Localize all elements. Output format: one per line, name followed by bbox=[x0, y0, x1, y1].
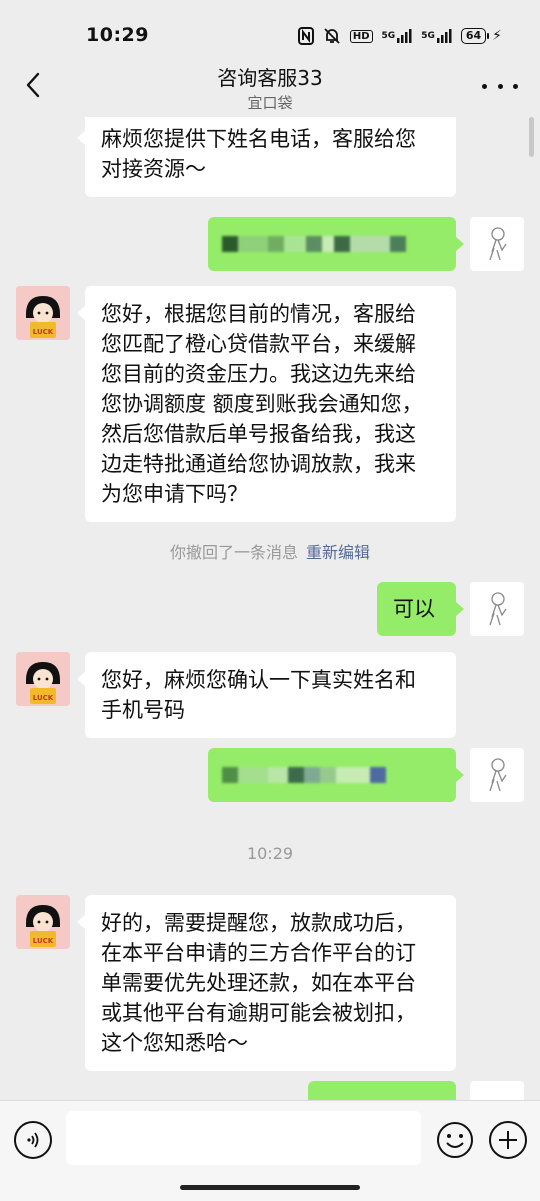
my-avatar[interactable] bbox=[470, 1081, 524, 1100]
svg-text:LUCK: LUCK bbox=[33, 937, 54, 945]
input-bar bbox=[0, 1100, 540, 1201]
cartoon-girl-icon: LUCK bbox=[16, 286, 70, 340]
message-bubble-incoming[interactable]: 您好，麻烦您确认一下真实姓名和 手机号码 bbox=[77, 652, 456, 738]
message-bubble-incoming[interactable]: 您好，根据您目前的情况，客服给 您匹配了橙心贷借款平台，来缓解 您目前的资金压力… bbox=[77, 286, 456, 522]
chat-title: 咨询客服33 bbox=[217, 66, 323, 90]
cartoon-girl-icon: LUCK bbox=[16, 652, 70, 706]
chat-subtitle: 宜口袋 bbox=[247, 94, 293, 112]
status-bar: 10:29 HD 5G 5G 64 ⚡ bbox=[0, 0, 540, 62]
message-list[interactable]: 麻烦您提供下姓名电话，客服给您 对接资源～ LUCK 您好，根据您目前的情况，客… bbox=[0, 117, 540, 1100]
nfc-icon bbox=[297, 27, 314, 45]
user-sketch-icon bbox=[489, 592, 507, 626]
my-avatar[interactable] bbox=[470, 217, 524, 271]
emoji-icon bbox=[437, 1122, 473, 1158]
status-icons: HD 5G 5G 64 ⚡ bbox=[297, 24, 502, 48]
mute-icon bbox=[323, 27, 341, 45]
my-avatar[interactable] bbox=[470, 748, 524, 802]
message-bubble-outgoing[interactable] bbox=[208, 217, 464, 271]
more-icon bbox=[482, 83, 487, 89]
message-bubble-outgoing[interactable] bbox=[308, 1081, 456, 1100]
svg-text:LUCK: LUCK bbox=[33, 694, 54, 702]
home-indicator[interactable] bbox=[180, 1185, 360, 1190]
message-bubble-outgoing[interactable] bbox=[208, 748, 464, 802]
signal-5g-icon-2: 5G bbox=[421, 28, 452, 44]
agent-avatar[interactable]: LUCK bbox=[16, 286, 70, 340]
my-avatar[interactable] bbox=[470, 582, 524, 636]
message-input[interactable] bbox=[66, 1111, 421, 1165]
user-sketch-icon bbox=[489, 227, 507, 261]
plus-button[interactable] bbox=[489, 1121, 527, 1159]
battery-icon: 64 ⚡ bbox=[460, 28, 502, 44]
message-bubble-incoming[interactable]: 好的，需要提醒您，放款成功后， 在本平台申请的三方合作平台的订 单需要优先处理还… bbox=[77, 895, 456, 1071]
agent-avatar[interactable]: LUCK bbox=[16, 895, 70, 949]
signal-5g-icon: 5G bbox=[382, 28, 413, 44]
scrollbar[interactable] bbox=[529, 117, 534, 157]
redacted-content bbox=[222, 760, 442, 790]
status-time: 10:29 bbox=[86, 24, 149, 46]
message-bubble-outgoing[interactable]: 可以 bbox=[377, 582, 464, 636]
redacted-content bbox=[222, 229, 442, 259]
message-bubble-incoming[interactable]: 麻烦您提供下姓名电话，客服给您 对接资源～ bbox=[77, 117, 456, 197]
voice-icon bbox=[27, 1132, 39, 1148]
hd-icon: HD bbox=[349, 29, 373, 43]
recall-notice: 你撤回了一条消息 重新编辑 bbox=[169, 543, 371, 562]
user-sketch-icon bbox=[489, 758, 507, 792]
timestamp: 10:29 bbox=[246, 844, 294, 863]
more-button[interactable] bbox=[482, 76, 518, 96]
emoji-button[interactable] bbox=[436, 1121, 474, 1159]
cartoon-girl-icon: LUCK bbox=[16, 895, 70, 949]
chat-header: 咨询客服33 宜口袋 bbox=[0, 62, 540, 117]
voice-button[interactable] bbox=[14, 1121, 52, 1159]
agent-avatar[interactable]: LUCK bbox=[16, 652, 70, 706]
svg-text:LUCK: LUCK bbox=[33, 328, 54, 336]
re-edit-link[interactable]: 重新编辑 bbox=[306, 543, 370, 562]
